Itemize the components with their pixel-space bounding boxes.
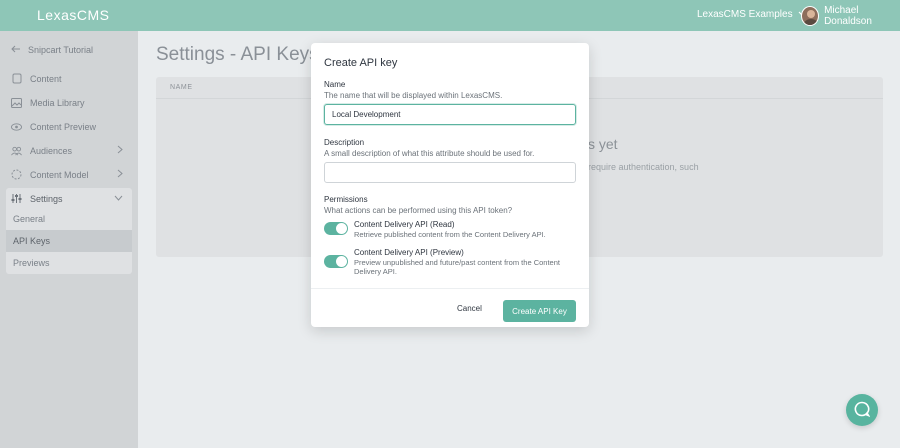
back-link-label: Snipcart Tutorial <box>28 45 94 55</box>
permission-desc: Preview unpublished and future/past cont… <box>354 258 560 276</box>
page-title: Settings - API Keys <box>156 44 319 65</box>
sidebar-subitem-general[interactable]: General <box>6 208 132 230</box>
sidebar-item-label: Content <box>30 73 62 84</box>
permission-preview-toggle[interactable] <box>324 255 348 268</box>
modal-title: Create API key <box>324 57 398 69</box>
description-label: Description <box>324 138 365 147</box>
sidebar-item-label: Content Model <box>30 169 89 180</box>
sidebar-item-label: Content Preview <box>30 121 97 132</box>
empty-state-text: require authentication, such <box>588 162 699 172</box>
site-switcher[interactable]: LexasCMS Examples <box>697 9 806 20</box>
chevron-down-icon <box>114 193 123 203</box>
sidebar-item-content-preview[interactable]: Content Preview <box>11 121 131 132</box>
chat-button[interactable] <box>846 394 878 426</box>
model-icon <box>11 169 22 180</box>
name-input[interactable] <box>324 104 576 125</box>
sidebar-item-label: Settings <box>30 193 63 204</box>
sidebar-subitem-previews[interactable]: Previews <box>6 252 132 274</box>
sidebar-item-label: Audiences <box>30 145 73 156</box>
chevron-right-icon <box>117 145 123 156</box>
cancel-button[interactable]: Cancel <box>457 304 482 313</box>
sliders-icon <box>11 193 22 204</box>
sidebar-item-content-model[interactable]: Content Model <box>11 169 131 180</box>
user-menu[interactable]: Michael Donaldson <box>801 5 900 27</box>
name-label: Name <box>324 80 346 89</box>
content-icon <box>11 73 22 84</box>
modal-footer: Cancel Create API Key <box>311 288 589 327</box>
empty-state-title: s yet <box>588 136 618 152</box>
sidebar-item-settings[interactable]: Settings <box>11 193 131 204</box>
sidebar-item-content[interactable]: Content <box>11 73 131 84</box>
name-help: The name that will be displayed within L… <box>324 91 503 100</box>
sidebar-item-audiences[interactable]: Audiences <box>11 145 131 156</box>
avatar <box>801 6 820 26</box>
description-help: A small description of what this attribu… <box>324 149 535 158</box>
app-logo[interactable]: LexasCMS <box>37 7 109 23</box>
sidebar-item-media-library[interactable]: Media Library <box>11 97 131 108</box>
permission-title: Content Delivery API (Read) <box>354 220 455 229</box>
sidebar-subitem-api-keys[interactable]: API Keys <box>6 230 132 252</box>
user-name: Michael Donaldson <box>824 5 872 27</box>
top-bar: LexasCMS LexasCMS Examples Michael Donal… <box>0 0 900 31</box>
chat-icon <box>854 401 871 420</box>
permission-preview: Content Delivery API (Preview) Preview u… <box>324 248 579 276</box>
permission-read: Content Delivery API (Read) Retrieve pub… <box>324 220 579 239</box>
image-icon <box>11 97 22 108</box>
permissions-help: What actions can be performed using this… <box>324 206 513 215</box>
site-switcher-label: LexasCMS Examples <box>697 9 793 20</box>
users-icon <box>11 145 22 156</box>
description-input[interactable] <box>324 162 576 183</box>
create-api-key-modal: Create API key Name The name that will b… <box>311 43 589 327</box>
permission-desc: Retrieve published content from the Cont… <box>354 230 546 239</box>
create-api-key-button[interactable]: Create API Key <box>503 300 576 322</box>
eye-icon <box>11 121 22 132</box>
permission-title: Content Delivery API (Preview) <box>354 248 464 257</box>
chevron-right-icon <box>117 169 123 180</box>
back-link[interactable]: Snipcart Tutorial <box>11 45 93 55</box>
permission-read-toggle[interactable] <box>324 222 348 235</box>
sidebar-item-label: Media Library <box>30 97 85 108</box>
sidebar: Snipcart Tutorial Content Media Library … <box>0 31 138 448</box>
permissions-label: Permissions <box>324 195 368 204</box>
arrow-left-icon <box>11 45 21 55</box>
